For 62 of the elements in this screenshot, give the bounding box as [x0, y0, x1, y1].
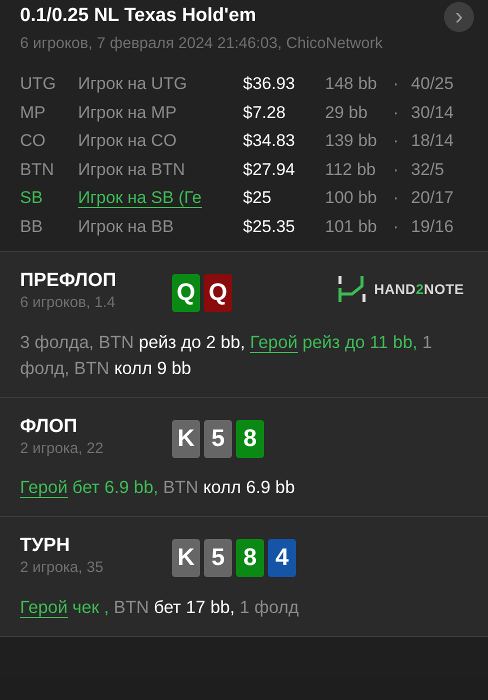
player-bb: 112 bb: [325, 158, 377, 181]
street-info: 6 игроков, 1.4: [20, 293, 116, 314]
player-stack: $25: [243, 187, 272, 210]
action-line: Герой чек , BTN бет 17 bb, 1 фолд: [20, 596, 300, 620]
playing-card: 8: [236, 420, 264, 458]
separator-dot: ·: [393, 130, 400, 152]
player-name[interactable]: Игрок на BTN: [78, 160, 186, 179]
player-stack: $25.35: [243, 216, 296, 238]
hand-title: 0.1/0.25 NL Texas Hold'em: [20, 4, 256, 28]
hand-subtitle: 6 игроков, 7 февраля 2024 21:46:03, ChicoNetwork: [20, 34, 384, 54]
logo-icon: [338, 274, 366, 304]
player-position: BTN: [20, 158, 55, 181]
logo-text: HAND2NOTE: [374, 280, 464, 299]
hero-link[interactable]: Герой: [20, 596, 68, 618]
street-title: ТУРН: [20, 535, 71, 558]
player-position: MP: [20, 102, 46, 124]
player-stack: $27.94: [243, 158, 296, 181]
playing-card: Q: [204, 274, 232, 312]
player-stack: $36.93: [243, 73, 296, 96]
player-bb: 139 bb: [325, 130, 378, 152]
player-bb: 100 bb: [325, 187, 378, 210]
player-bb: 148 bb: [325, 73, 378, 96]
street-title: ПРЕФЛОП: [20, 270, 118, 292]
action-line: 3 фолда, BTN рейз до 2 bb, Герой рейз до 11 bb, 1 фолд, BTN колл 9 bb: [20, 330, 434, 380]
next-button[interactable]: ›: [444, 2, 474, 32]
playing-card: 5: [204, 420, 232, 458]
playing-card: 5: [204, 539, 232, 578]
separator-dot: ·: [393, 73, 400, 96]
separator-dot: ·: [393, 216, 400, 238]
playing-card: K: [172, 420, 200, 458]
street-info: 2 игрока, 22: [20, 438, 104, 459]
separator-dot: ·: [393, 187, 400, 210]
player-name[interactable]: Игрок на UTG: [78, 74, 187, 94]
playing-card: Q: [172, 274, 200, 312]
player-name[interactable]: Игрок на MP: [78, 102, 177, 122]
player-position: CO: [20, 130, 46, 152]
separator-dot: ·: [393, 102, 400, 124]
player-stats: 18/14: [411, 130, 455, 152]
player-stats: 19/16: [411, 216, 455, 238]
street-info: 2 игрока, 35: [20, 558, 104, 578]
player-bb: 29 bb: [325, 102, 369, 124]
street-title: ФЛОП: [20, 416, 78, 438]
player-stats: 40/25: [411, 73, 455, 96]
playing-card: K: [172, 539, 200, 578]
player-position: SB: [20, 187, 44, 210]
player-stack: $7.28: [243, 102, 287, 124]
hero-link[interactable]: Герой: [20, 477, 68, 498]
player-stats: 30/14: [411, 102, 455, 124]
player-stats: 20/17: [411, 187, 455, 210]
player-stats: 32/5: [411, 158, 446, 181]
playing-card: 8: [236, 539, 264, 578]
action-line: Герой бет 6.9 bb, BTN колл 6.9 bb: [20, 476, 296, 500]
player-name[interactable]: Игрок на SB (Ге: [78, 188, 202, 208]
player-bb: 101 bb: [325, 216, 378, 238]
player-stack: $34.83: [243, 130, 296, 152]
player-name[interactable]: Игрок на CO: [78, 131, 177, 150]
hero-link[interactable]: Герой: [250, 332, 298, 353]
player-name[interactable]: Игрок на BB: [78, 216, 174, 236]
player-position: BB: [20, 216, 44, 238]
separator-dot: ·: [393, 158, 400, 181]
player-position: UTG: [20, 73, 57, 96]
playing-card: 4: [268, 539, 296, 578]
